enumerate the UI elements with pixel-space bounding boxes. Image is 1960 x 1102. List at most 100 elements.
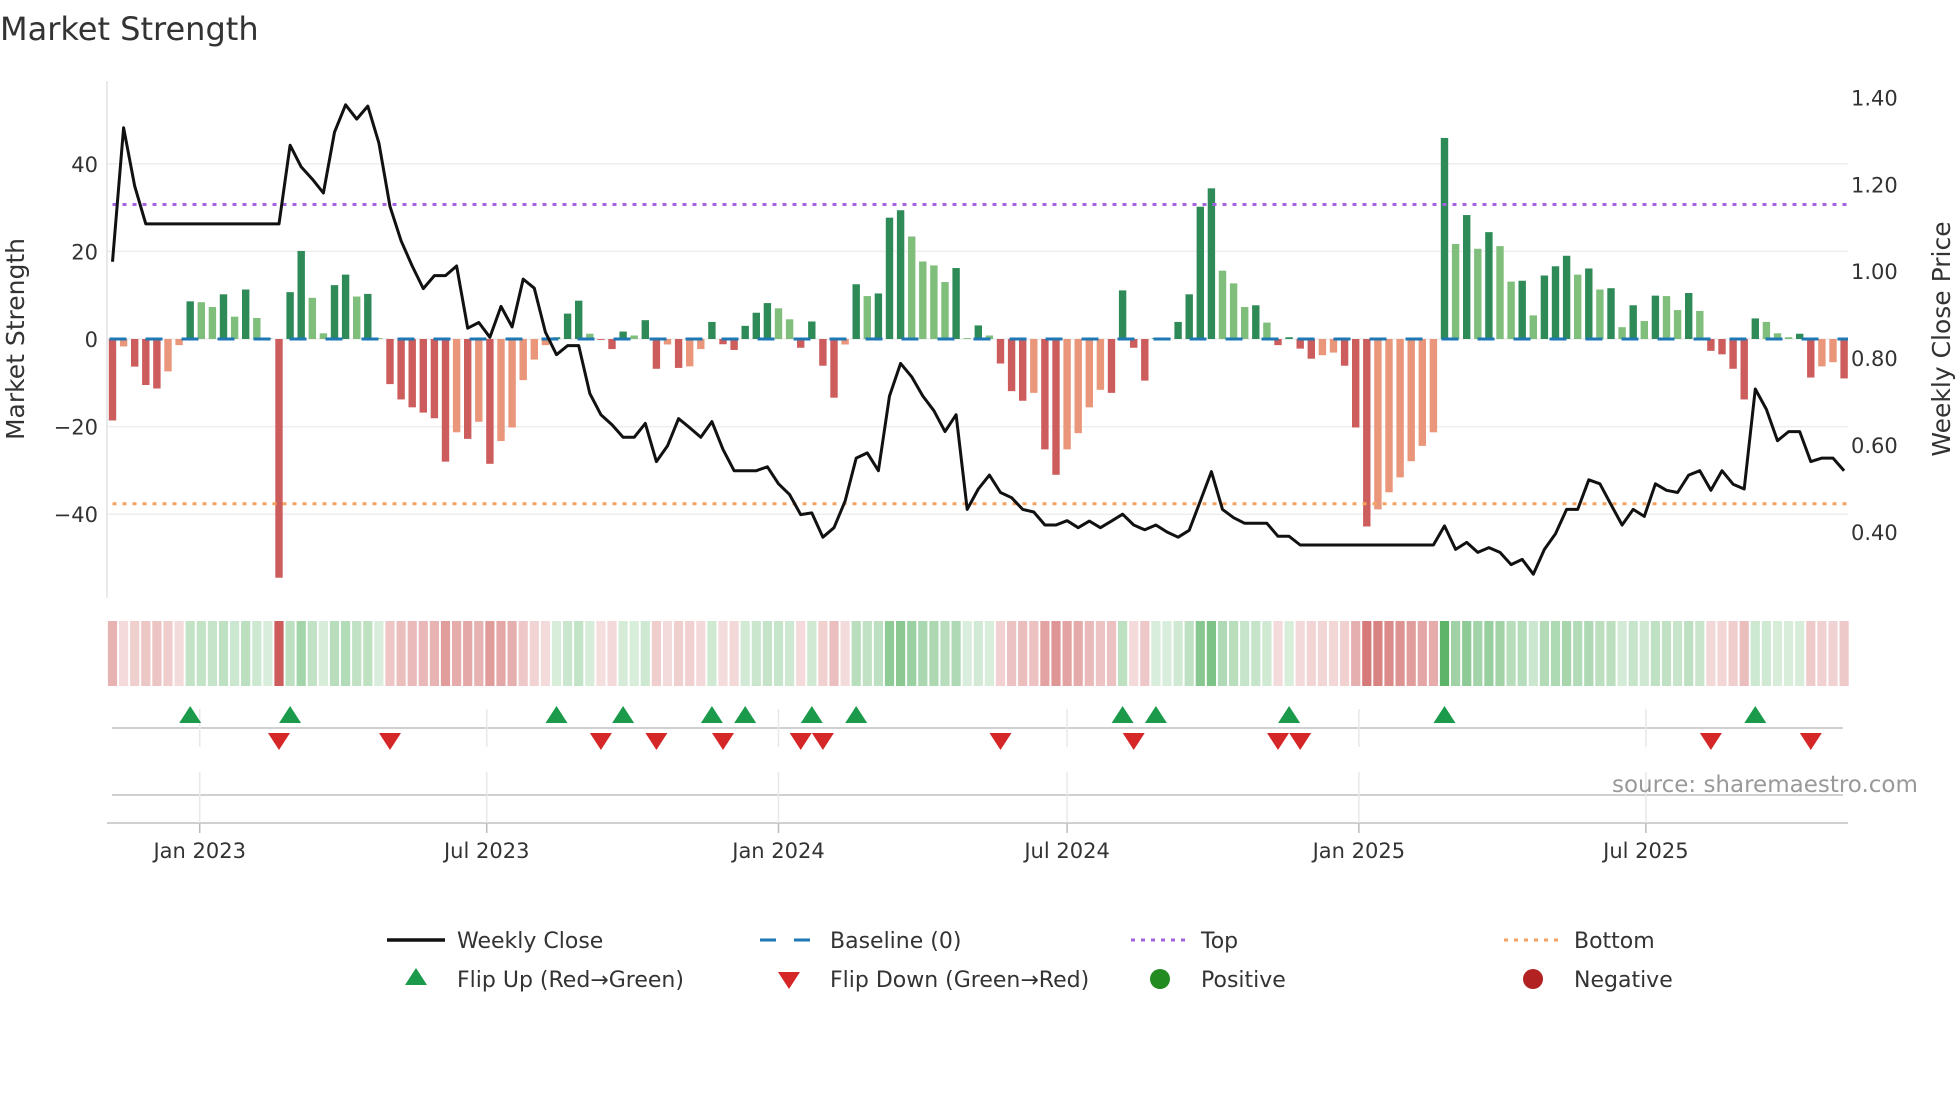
strip-cell	[1706, 621, 1716, 686]
strip-cell	[751, 621, 761, 686]
triangle-up-icon	[405, 968, 427, 985]
strip-cell	[1761, 621, 1771, 686]
strip-cell	[385, 621, 395, 686]
strength-bar	[1307, 339, 1315, 359]
strip-cell	[207, 621, 217, 686]
strength-bar	[219, 294, 228, 339]
strength-bar	[464, 339, 472, 439]
strip-cell	[551, 621, 562, 686]
strength-bar	[752, 312, 760, 339]
strip-cell	[785, 621, 795, 686]
strip-cell	[1517, 621, 1527, 686]
strength-bar	[741, 325, 749, 339]
strip-cell	[1462, 621, 1472, 686]
strip-cell	[1273, 621, 1283, 686]
strength-bar	[1185, 294, 1193, 339]
flip-up-marker	[1278, 706, 1301, 723]
y2-tick-label: 0.40	[1851, 521, 1898, 545]
strength-bar	[1063, 339, 1071, 450]
strip-cell	[141, 621, 151, 686]
strip-cell	[396, 621, 406, 686]
strip-cell	[163, 621, 173, 686]
y2-tick-label: 0.60	[1851, 434, 1898, 458]
strip-cell	[474, 621, 484, 686]
strip-cell	[984, 621, 994, 686]
legend-item-negative: Negative	[1523, 968, 1673, 993]
flip-down-marker	[589, 733, 612, 750]
strip-cell	[951, 621, 961, 686]
strength-bar	[208, 307, 217, 339]
strength-bar	[686, 339, 694, 367]
strength-bar	[1396, 339, 1404, 478]
strip-cell	[1772, 621, 1783, 686]
strength-bar	[1285, 337, 1293, 339]
x-tick-label: Jul 2024	[1022, 839, 1109, 863]
strip-cell	[274, 621, 284, 686]
strength-bar	[941, 282, 949, 339]
strength-bar	[808, 321, 816, 339]
strip-cell	[1140, 621, 1150, 686]
flip-up-marker	[279, 706, 302, 723]
flip-up-marker	[179, 706, 202, 723]
strip-cell	[696, 621, 706, 686]
strength-bar	[1840, 339, 1848, 379]
strength-bar	[963, 338, 971, 339]
strength-bar	[1496, 246, 1504, 339]
strip-cell	[918, 621, 928, 686]
strip-cell	[1628, 621, 1638, 686]
strip-cell	[1173, 621, 1183, 686]
strength-bar	[1696, 310, 1704, 339]
strength-bar	[785, 319, 794, 339]
strip-cell	[196, 621, 206, 686]
left-axis-ticks: 40 20 0 −20 −40	[54, 153, 98, 527]
right-axis-label: Weekly Close Price	[1927, 221, 1956, 456]
strength-bar	[430, 339, 439, 419]
strength-bar	[1118, 290, 1127, 339]
y-tick-label: −20	[54, 416, 98, 440]
strength-bar	[1540, 275, 1549, 339]
strength-bar	[1518, 280, 1526, 339]
strip-cell	[1195, 621, 1205, 686]
legend-label: Flip Up (Red→Green)	[457, 968, 684, 993]
y2-tick-label: 1.40	[1851, 86, 1898, 110]
strip-cell	[1573, 621, 1583, 686]
right-axis-ticks: 0.40 0.60 0.80 1.00 1.20 1.40	[1851, 86, 1898, 545]
strip-cell	[1284, 621, 1294, 686]
flip-up-marker	[1433, 706, 1456, 723]
strength-bar	[830, 339, 838, 398]
strength-bar	[308, 297, 316, 339]
strip-cell	[840, 621, 850, 686]
strip-cell	[729, 621, 739, 686]
strength-bar	[1440, 137, 1449, 339]
strength-bar	[153, 339, 161, 389]
strength-bar	[1640, 321, 1648, 339]
strip-cell	[740, 621, 750, 686]
strip-cell	[1528, 621, 1538, 686]
strength-bar	[386, 339, 394, 385]
strip-cell	[563, 621, 573, 686]
strip-cell	[452, 621, 462, 686]
strength-bar	[452, 339, 461, 433]
strip-cell	[285, 621, 295, 686]
strip-cell	[174, 621, 184, 686]
strength-bar	[952, 268, 960, 339]
strength-bar	[297, 250, 305, 339]
strength-bar	[1729, 339, 1737, 369]
strength-bar	[819, 339, 827, 366]
strength-bar	[230, 316, 239, 339]
strength-bar	[674, 339, 683, 368]
strength-bar	[1740, 339, 1748, 400]
strip-cell	[629, 621, 639, 686]
strip-cell	[1817, 621, 1827, 686]
strip-cell	[1606, 621, 1616, 686]
strength-bar	[441, 339, 450, 462]
strip-cell	[873, 621, 883, 686]
strip-cell	[1417, 621, 1427, 686]
strength-bar	[508, 339, 516, 428]
strip-cell	[307, 621, 317, 686]
strength-bar	[1707, 339, 1715, 351]
strip-cell	[1217, 621, 1228, 686]
strength-bar	[1407, 339, 1415, 462]
strength-bar	[1207, 188, 1216, 339]
strength-bar	[1096, 339, 1105, 390]
